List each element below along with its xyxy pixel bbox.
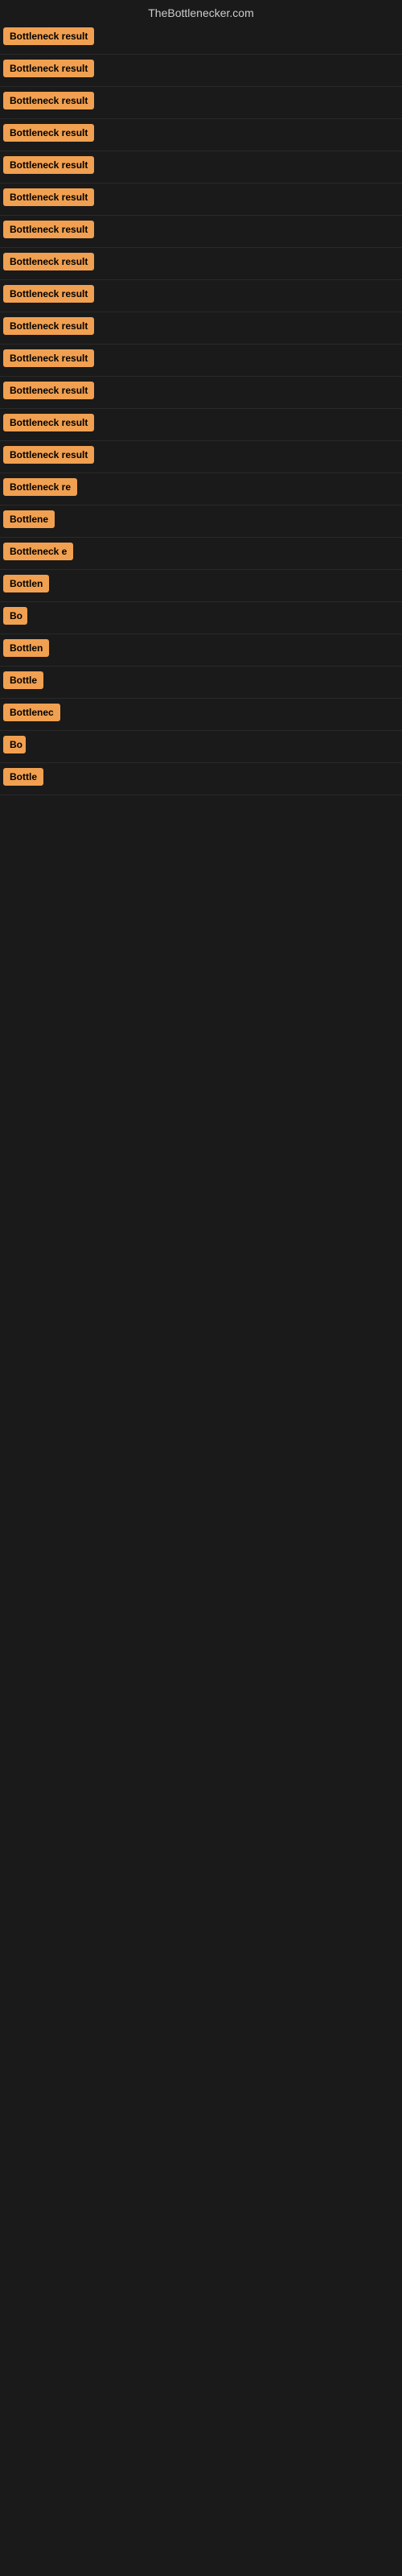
results-list: Bottleneck result Bottleneck result Bottle… (0, 23, 402, 795)
result-row-12: Bottleneck result (0, 377, 402, 409)
bottleneck-badge-23[interactable]: Bo (3, 736, 26, 753)
bottleneck-badge-16[interactable]: Bottlene (3, 510, 55, 528)
bottleneck-badge-4[interactable]: Bottleneck result (3, 124, 94, 142)
bottleneck-badge-7[interactable]: Bottleneck result (3, 221, 94, 238)
bottleneck-badge-21[interactable]: Bottle (3, 671, 43, 689)
result-row-24: Bottle (0, 763, 402, 795)
bottleneck-badge-18[interactable]: Bottlen (3, 575, 49, 592)
result-row-16: Bottlene (0, 506, 402, 538)
bottleneck-badge-22[interactable]: Bottlenec (3, 704, 60, 721)
result-row-21: Bottle (0, 667, 402, 699)
bottleneck-badge-3[interactable]: Bottleneck result (3, 92, 94, 109)
bottleneck-badge-14[interactable]: Bottleneck result (3, 446, 94, 464)
site-header: TheBottlenecker.com (0, 0, 402, 23)
result-row-11: Bottleneck result (0, 345, 402, 377)
bottleneck-badge-13[interactable]: Bottleneck result (3, 414, 94, 431)
bottleneck-badge-19[interactable]: Bo (3, 607, 27, 625)
result-row-15: Bottleneck re (0, 473, 402, 506)
result-row-22: Bottlenec (0, 699, 402, 731)
result-row-18: Bottlen (0, 570, 402, 602)
bottleneck-badge-8[interactable]: Bottleneck result (3, 253, 94, 270)
bottleneck-badge-6[interactable]: Bottleneck result (3, 188, 94, 206)
result-row-1: Bottleneck result (0, 23, 402, 55)
result-row-9: Bottleneck result (0, 280, 402, 312)
result-row-13: Bottleneck result (0, 409, 402, 441)
bottleneck-badge-1[interactable]: Bottleneck result (3, 27, 94, 45)
bottleneck-badge-2[interactable]: Bottleneck result (3, 60, 94, 77)
bottleneck-badge-17[interactable]: Bottleneck e (3, 543, 73, 560)
result-row-17: Bottleneck e (0, 538, 402, 570)
result-row-19: Bo (0, 602, 402, 634)
result-row-6: Bottleneck result (0, 184, 402, 216)
result-row-10: Bottleneck result (0, 312, 402, 345)
bottleneck-badge-15[interactable]: Bottleneck re (3, 478, 77, 496)
result-row-2: Bottleneck result (0, 55, 402, 87)
site-title: TheBottlenecker.com (0, 0, 402, 23)
result-row-14: Bottleneck result (0, 441, 402, 473)
result-row-4: Bottleneck result (0, 119, 402, 151)
bottleneck-badge-11[interactable]: Bottleneck result (3, 349, 94, 367)
bottleneck-badge-9[interactable]: Bottleneck result (3, 285, 94, 303)
result-row-23: Bo (0, 731, 402, 763)
result-row-7: Bottleneck result (0, 216, 402, 248)
result-row-20: Bottlen (0, 634, 402, 667)
bottleneck-badge-5[interactable]: Bottleneck result (3, 156, 94, 174)
bottleneck-badge-12[interactable]: Bottleneck result (3, 382, 94, 399)
result-row-5: Bottleneck result (0, 151, 402, 184)
result-row-8: Bottleneck result (0, 248, 402, 280)
bottleneck-badge-20[interactable]: Bottlen (3, 639, 49, 657)
bottleneck-badge-10[interactable]: Bottleneck result (3, 317, 94, 335)
result-row-3: Bottleneck result (0, 87, 402, 119)
bottleneck-badge-24[interactable]: Bottle (3, 768, 43, 786)
